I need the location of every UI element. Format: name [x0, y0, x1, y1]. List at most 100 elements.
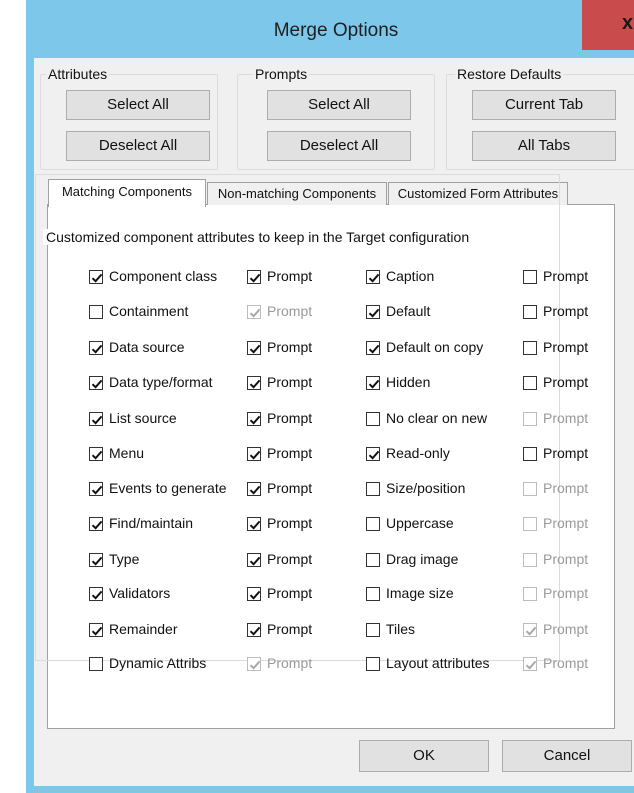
checkbox-box[interactable] — [366, 622, 380, 637]
checkbox-label: Prompt — [267, 268, 313, 284]
checkbox-box[interactable] — [523, 375, 537, 390]
property-checkbox[interactable]: Caption — [366, 268, 434, 285]
attributes-deselect-all-button[interactable]: Deselect All — [66, 131, 210, 161]
attribute-checkbox[interactable]: Menu — [89, 445, 144, 462]
checkmark-icon[interactable] — [89, 552, 103, 567]
checkbox-box[interactable] — [366, 656, 380, 671]
title-bar[interactable]: Merge Options x — [26, 0, 634, 62]
close-button[interactable]: x — [582, 0, 634, 50]
attribute-prompt-checkbox[interactable]: Prompt — [247, 339, 312, 356]
restore-all-tabs-button[interactable]: All Tabs — [472, 131, 616, 161]
checkbox-label: List source — [109, 410, 177, 426]
checkmark-icon[interactable] — [247, 411, 261, 426]
checkmark-icon[interactable] — [247, 375, 261, 390]
checkbox-box[interactable] — [366, 516, 380, 531]
attribute-prompt-checkbox[interactable]: Prompt — [247, 551, 312, 568]
checkmark-icon[interactable] — [247, 622, 261, 637]
checkmark-icon[interactable] — [366, 304, 380, 319]
property-checkbox[interactable]: Image size — [366, 585, 454, 602]
checkbox-box[interactable] — [523, 446, 537, 461]
checkmark-icon[interactable] — [247, 586, 261, 601]
ok-button[interactable]: OK — [359, 740, 489, 772]
property-checkbox[interactable]: Size/position — [366, 480, 465, 497]
prompts-select-all-button[interactable]: Select All — [267, 90, 411, 120]
property-prompt-checkbox: Prompt — [523, 621, 588, 638]
property-checkbox[interactable]: Drag image — [366, 551, 458, 568]
checkmark-icon[interactable] — [247, 481, 261, 496]
checkbox-box[interactable] — [89, 304, 103, 319]
property-prompt-checkbox[interactable]: Prompt — [523, 445, 588, 462]
attribute-checkbox[interactable]: Validators — [89, 585, 170, 602]
attribute-prompt-checkbox[interactable]: Prompt — [247, 410, 312, 427]
checkmark-icon — [523, 656, 537, 671]
property-checkbox[interactable]: No clear on new — [366, 410, 487, 427]
checkbox-box[interactable] — [89, 656, 103, 671]
checkmark-icon[interactable] — [89, 446, 103, 461]
checkbox-label: Prompt — [543, 268, 589, 284]
attribute-prompt-checkbox[interactable]: Prompt — [247, 445, 312, 462]
checkbox-box[interactable] — [366, 552, 380, 567]
attribute-checkbox[interactable]: Data type/format — [89, 374, 213, 391]
property-checkbox[interactable]: Read-only — [366, 445, 450, 462]
property-checkbox[interactable]: Uppercase — [366, 515, 454, 532]
attribute-prompt-checkbox[interactable]: Prompt — [247, 515, 312, 532]
checkmark-icon[interactable] — [366, 269, 380, 284]
checkmark-icon[interactable] — [89, 411, 103, 426]
checkbox-box[interactable] — [523, 340, 537, 355]
checkmark-icon[interactable] — [89, 622, 103, 637]
attribute-prompt-checkbox[interactable]: Prompt — [247, 374, 312, 391]
checkbox-label: Prompt — [543, 303, 589, 319]
checkmark-icon[interactable] — [89, 269, 103, 284]
checkmark-icon[interactable] — [247, 516, 261, 531]
checkbox-box[interactable] — [366, 481, 380, 496]
checkbox-box[interactable] — [523, 304, 537, 319]
checkmark-icon[interactable] — [366, 375, 380, 390]
attribute-checkbox[interactable]: Dynamic Attribs — [89, 655, 206, 672]
attributes-deselect-all-label: Deselect All — [98, 137, 178, 154]
checkbox-box[interactable] — [523, 269, 537, 284]
property-checkbox[interactable]: Layout attributes — [366, 655, 490, 672]
attribute-checkbox[interactable]: Events to generate — [89, 480, 227, 497]
attribute-checkbox[interactable]: Containment — [89, 303, 188, 320]
checkmark-icon[interactable] — [247, 269, 261, 284]
attributes-select-all-button[interactable]: Select All — [66, 90, 210, 120]
property-checkbox[interactable]: Default — [366, 303, 430, 320]
attribute-checkbox[interactable]: Remainder — [89, 621, 177, 638]
checkmark-icon[interactable] — [247, 446, 261, 461]
prompts-deselect-all-button[interactable]: Deselect All — [267, 131, 411, 161]
attribute-prompt-checkbox[interactable]: Prompt — [247, 621, 312, 638]
property-prompt-checkbox[interactable]: Prompt — [523, 374, 588, 391]
attribute-checkbox[interactable]: Type — [89, 551, 139, 568]
cancel-button[interactable]: Cancel — [502, 740, 632, 772]
checkmark-icon[interactable] — [89, 481, 103, 496]
property-prompt-checkbox[interactable]: Prompt — [523, 268, 588, 285]
checkmark-icon[interactable] — [366, 340, 380, 355]
attribute-checkbox[interactable]: Component class — [89, 268, 217, 285]
restore-current-tab-button[interactable]: Current Tab — [472, 90, 616, 120]
checkmark-icon[interactable] — [89, 516, 103, 531]
attribute-checkbox[interactable]: Find/maintain — [89, 515, 193, 532]
attribute-prompt-checkbox[interactable]: Prompt — [247, 585, 312, 602]
attribute-prompt-checkbox[interactable]: Prompt — [247, 268, 312, 285]
checkbox-label: Type — [109, 551, 140, 567]
checkmark-icon[interactable] — [247, 340, 261, 355]
property-prompt-checkbox[interactable]: Prompt — [523, 303, 588, 320]
checkbox-label: Default on copy — [386, 339, 484, 355]
checkmark-icon — [523, 622, 537, 637]
property-checkbox[interactable]: Hidden — [366, 374, 430, 391]
tab-matching-components[interactable]: Matching Components — [48, 179, 206, 207]
attribute-checkbox[interactable]: List source — [89, 410, 177, 427]
property-checkbox[interactable]: Tiles — [366, 621, 415, 638]
attribute-prompt-checkbox[interactable]: Prompt — [247, 480, 312, 497]
checkbox-box[interactable] — [366, 586, 380, 601]
checkmark-icon[interactable] — [247, 552, 261, 567]
checkbox-label: Caption — [386, 268, 435, 284]
property-prompt-checkbox[interactable]: Prompt — [523, 339, 588, 356]
checkmark-icon[interactable] — [89, 340, 103, 355]
checkmark-icon[interactable] — [89, 375, 103, 390]
attribute-checkbox[interactable]: Data source — [89, 339, 184, 356]
checkmark-icon[interactable] — [89, 586, 103, 601]
property-checkbox[interactable]: Default on copy — [366, 339, 483, 356]
checkmark-icon[interactable] — [366, 446, 380, 461]
checkbox-box[interactable] — [366, 411, 380, 426]
